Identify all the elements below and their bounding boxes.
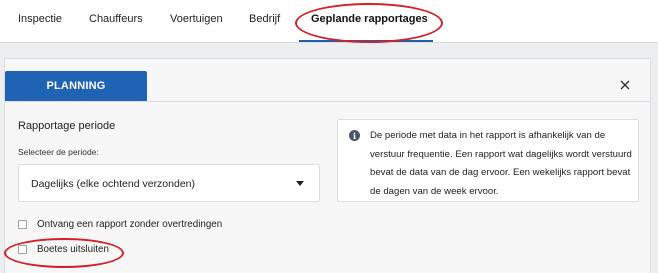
info-text: De periode met data in het rapport is af… xyxy=(370,130,632,197)
select-value: Dagelijks (elke ochtend verzonden) xyxy=(31,178,196,190)
checkbox[interactable] xyxy=(18,245,27,254)
checkbox-row-exclude-fines[interactable]: Boetes uitsluiten xyxy=(18,244,109,255)
section-title: Rapportage periode xyxy=(18,120,116,132)
info-box: i De periode met data in het rapport is … xyxy=(337,119,639,202)
info-icon: i xyxy=(349,130,360,141)
checkbox-row-no-violations[interactable]: Ontvang een rapport zonder overtredingen xyxy=(18,219,222,230)
close-icon[interactable] xyxy=(617,77,633,93)
tab-voertuigen[interactable]: Voertuigen xyxy=(170,13,223,25)
period-select[interactable]: Dagelijks (elke ochtend verzonden) xyxy=(18,164,320,202)
planning-panel: PLANNING Rapportage periode Selecteer de… xyxy=(4,58,651,273)
tab-chauffeurs[interactable]: Chauffeurs xyxy=(89,13,143,25)
active-tab-indicator xyxy=(299,40,433,42)
panel-divider xyxy=(5,101,650,102)
caret-down-icon xyxy=(296,181,304,186)
select-label: Selecteer de periode: xyxy=(18,147,99,157)
checkbox-label: Boetes uitsluiten xyxy=(37,244,109,255)
checkbox-label: Ontvang een rapport zonder overtredingen xyxy=(37,219,223,230)
tab-bedrijf[interactable]: Bedrijf xyxy=(249,13,280,25)
checkbox[interactable] xyxy=(18,220,27,229)
tab-inspectie[interactable]: Inspectie xyxy=(18,13,62,25)
tab-geplande-rapportages[interactable]: Geplande rapportages xyxy=(311,13,428,25)
planning-button[interactable]: PLANNING xyxy=(5,71,147,101)
tab-bar: Inspectie Chauffeurs Voertuigen Bedrijf … xyxy=(0,0,658,43)
